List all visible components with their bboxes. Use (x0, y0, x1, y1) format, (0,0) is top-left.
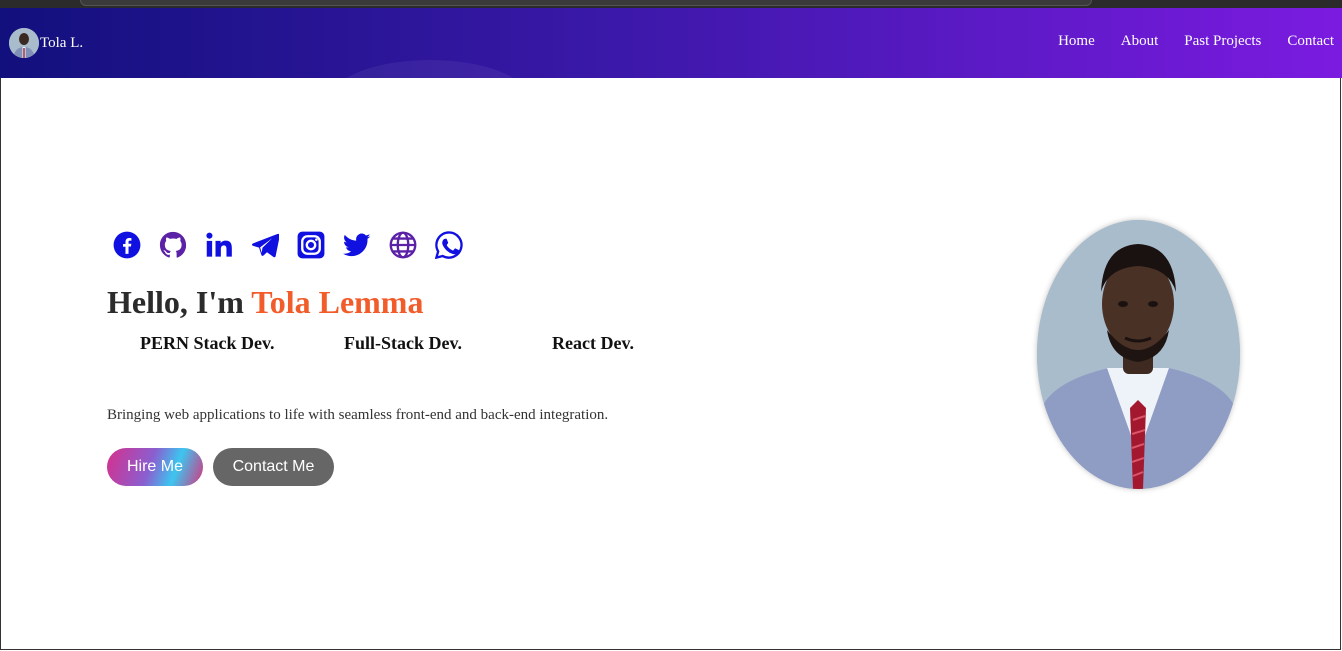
nav-links: Home About Past Projects Contact (1058, 33, 1334, 50)
twitter-icon[interactable] (343, 231, 371, 259)
address-bar[interactable] (80, 0, 1092, 6)
portrait-illustration (1037, 220, 1240, 489)
nav-about[interactable]: About (1121, 33, 1159, 50)
telegram-icon[interactable] (251, 231, 279, 259)
hero-greeting: Hello, I'm (107, 284, 252, 320)
brand[interactable]: Tola L. (9, 28, 83, 58)
brand-avatar (9, 28, 39, 58)
browser-chrome (0, 0, 1342, 8)
github-icon[interactable] (159, 231, 187, 259)
hero-heading: Hello, I'm Tola Lemma (107, 284, 423, 321)
avatar-portrait-icon (9, 28, 39, 58)
whatsapp-icon[interactable] (435, 231, 463, 259)
hero-name: Tola Lemma (251, 284, 424, 320)
brand-name: Tola L. (40, 34, 84, 51)
hero-tagline: Bringing web applications to life with s… (107, 407, 609, 423)
role-list: PERN Stack Dev. Full-Stack Dev. React De… (0, 333, 760, 355)
profile-photo (1037, 220, 1240, 489)
navbar-decoration (330, 60, 530, 78)
nav-past-projects[interactable]: Past Projects (1184, 33, 1261, 50)
role-item: React Dev. (552, 333, 634, 353)
nav-contact[interactable]: Contact (1287, 33, 1334, 50)
role-item: Full-Stack Dev. (344, 333, 463, 353)
linkedin-icon[interactable] (205, 231, 233, 259)
navbar: Tola L. Home About Past Projects Contact (0, 8, 1342, 78)
role-item: PERN Stack Dev. (140, 333, 275, 353)
contact-me-button[interactable]: Contact Me (213, 448, 334, 486)
instagram-icon[interactable] (297, 231, 325, 259)
hire-me-button[interactable]: Hire Me (107, 448, 203, 486)
facebook-icon[interactable] (113, 231, 141, 259)
nav-home[interactable]: Home (1058, 33, 1095, 50)
globe-icon[interactable] (389, 231, 417, 259)
social-links (113, 231, 463, 259)
